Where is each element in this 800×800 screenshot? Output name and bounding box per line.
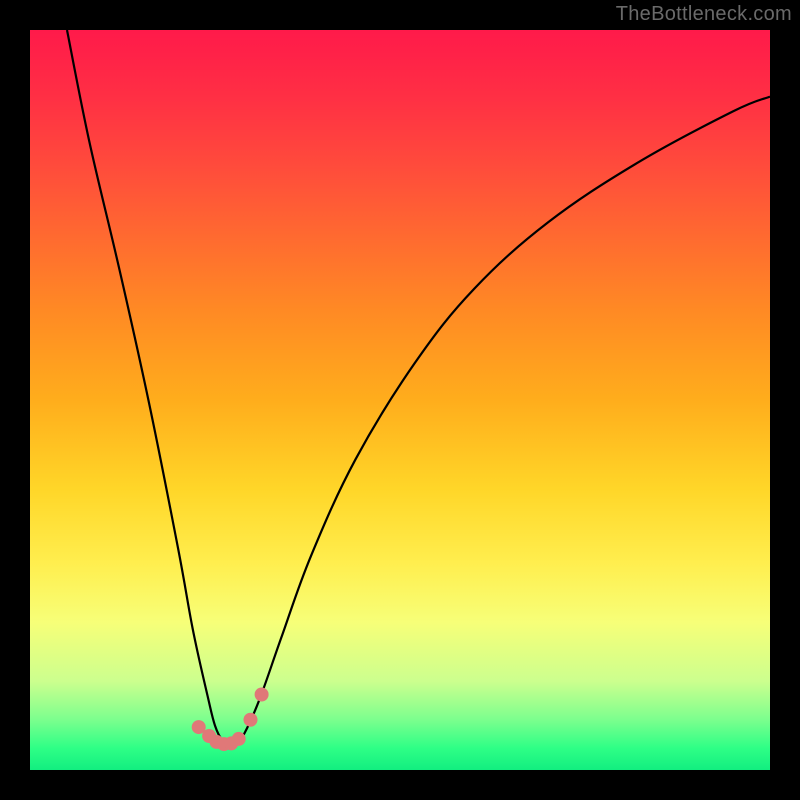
plot-area (30, 30, 770, 770)
marker-dot (255, 688, 269, 702)
marker-dot (232, 732, 246, 746)
bottom-marker-group (192, 688, 269, 752)
marker-dot (244, 713, 258, 727)
watermark-text: TheBottleneck.com (616, 3, 792, 26)
chart-frame: TheBottleneck.com (0, 0, 800, 800)
bottleneck-curve (67, 30, 770, 744)
chart-svg (30, 30, 770, 770)
